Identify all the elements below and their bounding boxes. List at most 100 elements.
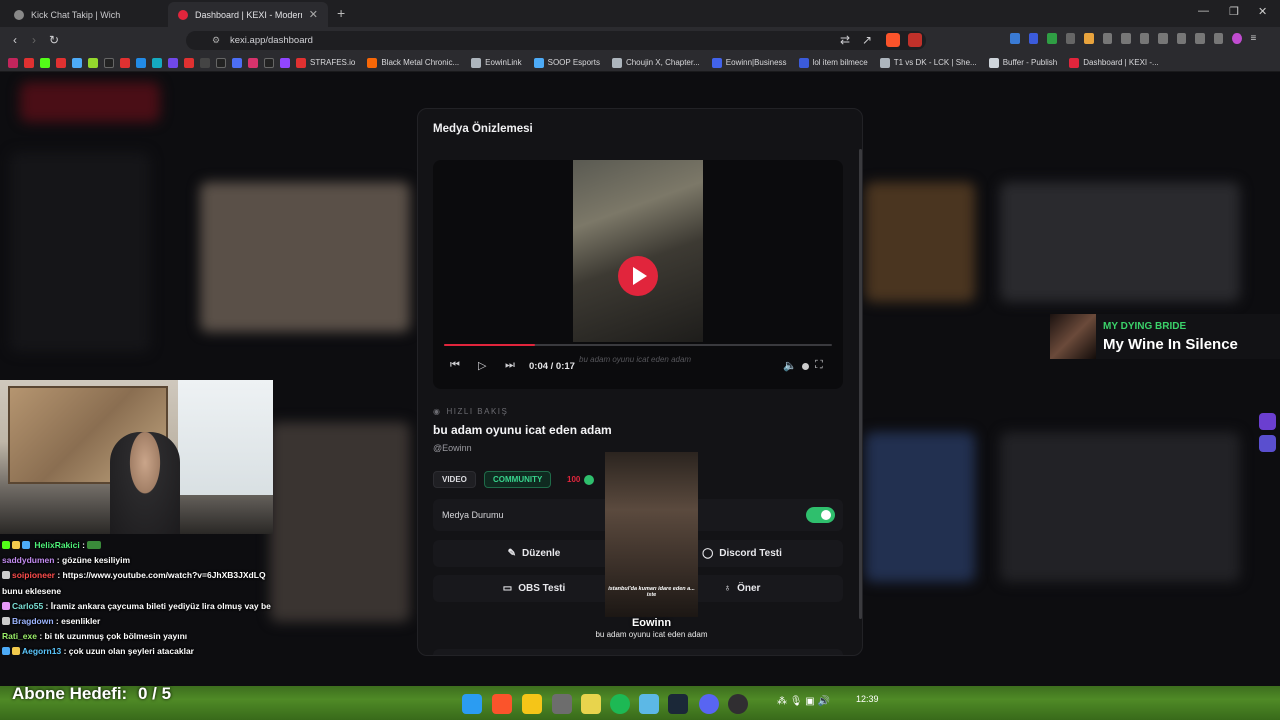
twitch-icon[interactable] <box>280 57 290 68</box>
window <box>178 380 273 495</box>
previous-icon[interactable]: ⏮ <box>450 359 460 372</box>
bookmark-favicon[interactable] <box>88 57 98 68</box>
brave-shield-icon[interactable] <box>886 33 900 47</box>
clock: 12:39 <box>856 694 879 704</box>
media-status-toggle[interactable] <box>806 507 835 523</box>
tray-icons[interactable]: ⁂ 🎙 ▣ 🔊 <box>777 696 830 707</box>
menu-icon[interactable]: ≡ <box>1251 33 1261 44</box>
taskbar: ⁂ 🎙 ▣ 🔊 <box>0 686 1280 720</box>
bookmark-choujin[interactable]: Choujin X, Chapter... <box>611 57 700 68</box>
bookmark-favicon[interactable] <box>168 57 178 68</box>
wallet-icon[interactable] <box>1176 33 1186 44</box>
minimize-icon[interactable]: — <box>1198 5 1209 17</box>
globe-icon <box>14 9 24 20</box>
bookmark-favicon[interactable] <box>264 57 274 68</box>
windows-start-icon[interactable] <box>462 694 482 714</box>
youtube-icon[interactable] <box>184 57 194 68</box>
extension-icon[interactable] <box>1047 33 1057 44</box>
bookmark-favicon[interactable] <box>152 57 162 68</box>
folder-icon[interactable] <box>522 694 542 714</box>
youtube-icon[interactable] <box>56 57 66 68</box>
bookmark-strafes[interactable]: STRAFES.io <box>296 57 355 68</box>
bookmark-black-metal[interactable]: Black Metal Chronic... <box>367 57 459 68</box>
extensions-bar: ≡ <box>1010 33 1260 47</box>
bookmark-lol[interactable]: lol item bilmece <box>798 57 868 68</box>
youtube-icon[interactable] <box>24 57 34 68</box>
caption-ghost: bu adam oyunu icat eden adam <box>579 355 692 364</box>
sidebar-icon[interactable] <box>1158 33 1168 44</box>
spotify-icon[interactable] <box>610 694 630 714</box>
extension-icon[interactable] <box>1084 33 1094 44</box>
modal-scrollbar[interactable] <box>859 149 862 619</box>
play-small-icon[interactable]: ▷ <box>478 359 486 372</box>
extension-icon[interactable] <box>1010 33 1020 44</box>
media-title: bu adam oyunu icat eden adam <box>433 423 612 437</box>
obs-icon[interactable] <box>728 694 748 714</box>
tab-kick-chat[interactable]: Kick Chat Takip | Wich <box>4 2 164 27</box>
window-close-icon[interactable]: ✕ <box>1258 5 1267 18</box>
close-icon[interactable]: ✕ <box>309 8 318 21</box>
overlay-name: Eowinn <box>631 617 672 629</box>
bookmark-eowinlink[interactable]: EowinLink <box>471 57 522 68</box>
bookmark-favicon[interactable] <box>136 57 146 68</box>
vpn-icon[interactable] <box>1213 33 1223 44</box>
toggle-knob <box>821 510 831 520</box>
bookmark-t1-dk[interactable]: T1 vs DK - LCK | She... <box>879 57 977 68</box>
site-info-icon[interactable]: ⚙ <box>212 35 220 46</box>
profile-icon[interactable] <box>1232 33 1242 44</box>
kick-icon[interactable] <box>40 57 50 68</box>
address-bar[interactable]: kexi.app/dashboard <box>186 31 926 50</box>
emote-icon <box>87 541 102 549</box>
fullscreen-icon[interactable]: ⛶ <box>815 359 823 372</box>
tools-icon[interactable] <box>552 694 572 714</box>
maximize-icon[interactable]: ❐ <box>1229 5 1239 18</box>
translate-icon[interactable]: ⇄ <box>838 33 852 47</box>
puzzle-icon[interactable] <box>1102 33 1112 44</box>
bookmark-favicon[interactable] <box>200 57 210 68</box>
music-icon[interactable] <box>1139 33 1149 44</box>
next-icon[interactable]: ⏭ <box>505 359 515 372</box>
score-chip: 100 <box>561 471 600 488</box>
brave-rewards-icon[interactable] <box>908 33 922 47</box>
share-icon[interactable]: ↗ <box>860 33 874 47</box>
webcam-feed <box>0 380 273 534</box>
badge-icon <box>2 571 10 580</box>
forward-icon[interactable]: › <box>27 33 41 47</box>
app-icon[interactable] <box>639 694 659 714</box>
play-icon[interactable] <box>611 255 665 297</box>
extension-icon[interactable] <box>1121 33 1131 44</box>
tiktok-icon[interactable] <box>104 57 114 68</box>
instagram-icon[interactable] <box>248 57 258 68</box>
bookmark-favicon[interactable] <box>8 57 18 68</box>
tab-dashboard[interactable]: Dashboard | KEXI - Modern Strea ✕ <box>168 2 328 27</box>
volume-slider[interactable] <box>802 363 809 370</box>
kexi-icon <box>178 9 188 20</box>
bookmark-favicon[interactable] <box>232 57 242 68</box>
steam-icon[interactable] <box>668 694 688 714</box>
side-widget-icon[interactable] <box>1259 413 1276 430</box>
bookmark-favicon[interactable] <box>72 57 82 68</box>
quick-view-label: ◉ HIZLI BAKIŞ <box>433 407 509 416</box>
reload-icon[interactable]: ↻ <box>47 33 61 47</box>
new-tab-icon[interactable]: + <box>337 5 345 21</box>
modal-title: Medya Önizlemesi <box>433 123 533 135</box>
extension-icon[interactable] <box>1065 33 1075 44</box>
bookmark-favicon[interactable] <box>120 57 130 68</box>
volume-icon[interactable]: 🔈 <box>783 359 797 372</box>
x-icon[interactable] <box>216 57 226 68</box>
brave-icon[interactable] <box>492 694 512 714</box>
bookmark-kexi[interactable]: Dashboard | KEXI -... <box>1069 57 1159 68</box>
chat-line: Rati_exe : bi tık uzunmuş çok bölmesin y… <box>2 631 188 642</box>
lightbulb-icon: ♁ <box>723 583 732 594</box>
leo-icon[interactable] <box>1195 33 1205 44</box>
discord-icon[interactable] <box>699 694 719 714</box>
video-player[interactable]: ⏮ ▷ ⏭ 0:04 / 0:17 bu adam oyunu icat ede… <box>433 160 843 389</box>
media-author: @Eowinn <box>433 443 472 453</box>
bookmark-buffer[interactable]: Buffer - Publish <box>988 57 1057 68</box>
bookmark-soop[interactable]: SOOP Esports <box>533 57 600 68</box>
bookmark-business[interactable]: Eowinn|Business <box>711 57 787 68</box>
notes-icon[interactable] <box>581 694 601 714</box>
extension-icon[interactable] <box>1028 33 1038 44</box>
side-widget-icon[interactable] <box>1259 435 1276 452</box>
back-icon[interactable]: ‹ <box>8 33 22 47</box>
